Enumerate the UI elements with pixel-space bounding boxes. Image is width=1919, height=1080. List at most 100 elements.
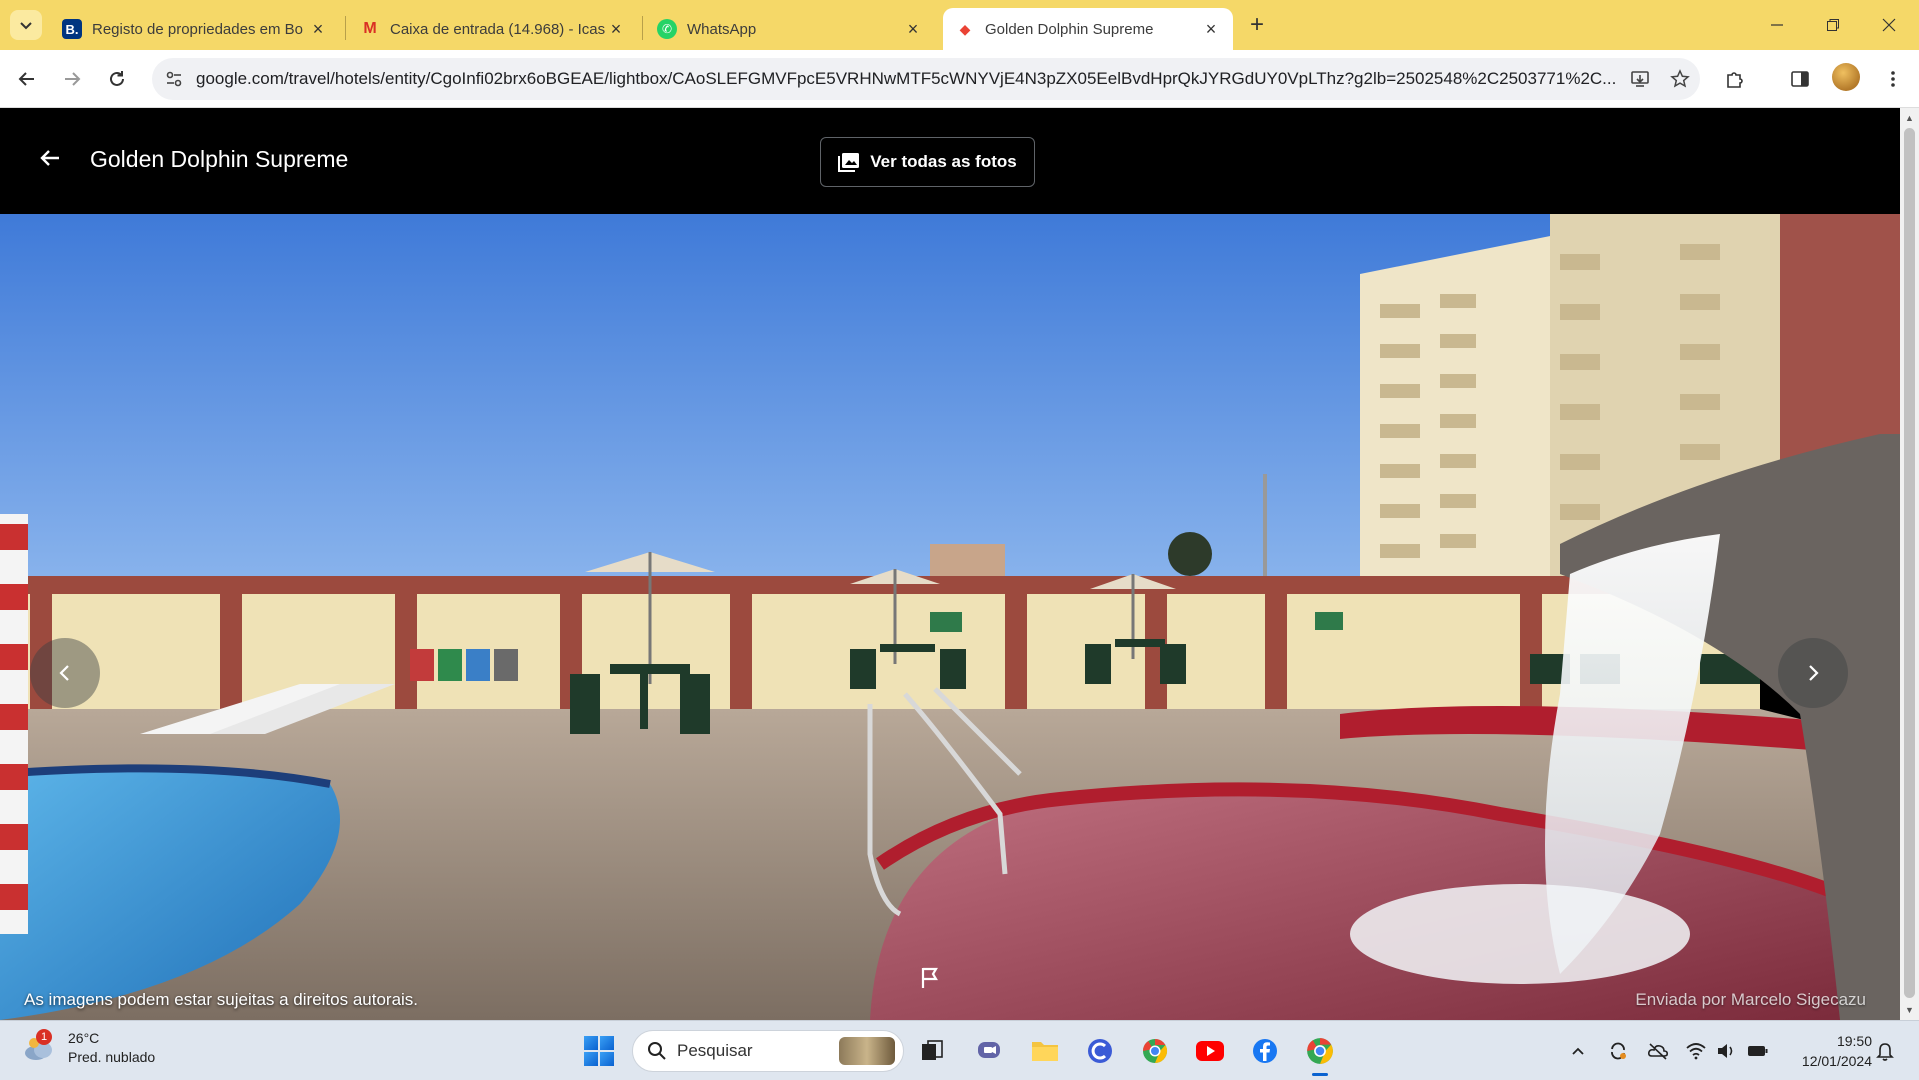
booking-icon: B. bbox=[62, 19, 82, 39]
chevron-down-icon bbox=[20, 22, 32, 30]
volume-icon[interactable] bbox=[1714, 1039, 1738, 1063]
chrome-button[interactable] bbox=[1137, 1033, 1173, 1069]
app-button-c[interactable] bbox=[1082, 1033, 1118, 1069]
install-icon bbox=[1631, 71, 1649, 87]
battery-icon[interactable] bbox=[1746, 1039, 1770, 1063]
copyright-notice: As imagens podem estar sujeitas a direit… bbox=[24, 990, 419, 1009]
youtube-button[interactable] bbox=[1192, 1033, 1228, 1069]
windows-logo-tile bbox=[584, 1052, 598, 1066]
taskbar-search[interactable]: Pesquisar bbox=[632, 1030, 904, 1072]
view-all-photos-label: Ver todas as fotos bbox=[870, 152, 1017, 171]
arrow-left-icon bbox=[18, 72, 34, 86]
photo-library-icon bbox=[838, 152, 860, 172]
chrome-icon bbox=[1142, 1039, 1168, 1063]
photo-lightbox: Golden Dolphin Supreme Ver todas as foto… bbox=[0, 108, 1900, 1020]
tab-title: Registo de propriedades em Bo bbox=[92, 20, 303, 38]
side-panel-button[interactable] bbox=[1783, 62, 1817, 96]
facebook-button[interactable] bbox=[1247, 1033, 1283, 1069]
url-text: google.com/travel/hotels/entity/CgoInfi0… bbox=[196, 69, 1617, 88]
onedrive-offline-icon[interactable] bbox=[1646, 1039, 1670, 1063]
task-view-icon bbox=[922, 1040, 943, 1060]
new-tab-button[interactable]: + bbox=[1242, 10, 1272, 40]
task-view-button[interactable] bbox=[914, 1033, 950, 1069]
chrome-icon bbox=[1307, 1038, 1333, 1064]
minimize-button[interactable] bbox=[1749, 0, 1805, 50]
tab-booking[interactable]: B. Registo de propriedades em Bo × bbox=[50, 8, 340, 50]
c-app-icon bbox=[1088, 1039, 1112, 1063]
tab-golden-dolphin[interactable]: ◆ Golden Dolphin Supreme × bbox=[943, 8, 1233, 50]
previous-photo-button[interactable] bbox=[30, 638, 100, 708]
profile-avatar[interactable] bbox=[1832, 63, 1860, 91]
start-button[interactable] bbox=[584, 1036, 614, 1066]
chevron-right-icon bbox=[1809, 665, 1819, 681]
windows-logo-tile bbox=[600, 1052, 614, 1066]
scroll-up-icon[interactable]: ▲ bbox=[1900, 110, 1919, 126]
bell-icon bbox=[1876, 1043, 1894, 1061]
close-icon[interactable]: × bbox=[1201, 19, 1221, 39]
close-icon bbox=[1882, 18, 1896, 32]
teams-chat-button[interactable] bbox=[971, 1033, 1007, 1069]
close-icon[interactable]: × bbox=[606, 19, 626, 39]
photo-uploader-credit: Enviada por Marcelo Sigecazu bbox=[1635, 990, 1866, 1009]
extensions-button[interactable] bbox=[1718, 62, 1752, 96]
weather-description: Pred. nublado bbox=[68, 1049, 156, 1065]
google-hotels-icon: ◆ bbox=[959, 20, 971, 37]
gmail-icon: M bbox=[363, 20, 377, 37]
chrome-active-button[interactable] bbox=[1302, 1033, 1338, 1076]
reload-button[interactable] bbox=[100, 62, 134, 96]
browser-toolbar: google.com/travel/hotels/entity/CgoInfi0… bbox=[0, 50, 1919, 108]
windows-logo-tile bbox=[600, 1036, 614, 1050]
weather-alert-badge: 1 bbox=[36, 1029, 52, 1045]
close-icon[interactable]: × bbox=[903, 19, 923, 39]
restore-button[interactable] bbox=[1805, 0, 1861, 50]
lightbox-back-button[interactable] bbox=[30, 138, 70, 178]
tab-title: WhatsApp bbox=[687, 20, 757, 38]
address-bar[interactable]: google.com/travel/hotels/entity/CgoInfi0… bbox=[152, 58, 1700, 100]
chevron-up-icon bbox=[1572, 1047, 1584, 1055]
tab-search-button[interactable] bbox=[10, 10, 42, 40]
sync-tray-icon[interactable] bbox=[1606, 1039, 1630, 1063]
back-button[interactable] bbox=[10, 62, 44, 96]
youtube-icon bbox=[1196, 1041, 1224, 1061]
site-info-button[interactable] bbox=[152, 58, 196, 100]
next-photo-button[interactable] bbox=[1778, 638, 1848, 708]
forward-button[interactable] bbox=[55, 62, 89, 96]
side-panel-icon bbox=[1791, 71, 1809, 87]
hotel-title: Golden Dolphin Supreme bbox=[90, 146, 349, 172]
report-photo-button[interactable] bbox=[910, 958, 950, 998]
tab-separator bbox=[642, 16, 643, 40]
install-app-button[interactable] bbox=[1620, 58, 1660, 100]
flag-icon bbox=[921, 967, 938, 988]
file-explorer-button[interactable] bbox=[1027, 1033, 1063, 1069]
show-hidden-icons-button[interactable] bbox=[1566, 1039, 1590, 1063]
search-icon bbox=[648, 1042, 666, 1060]
tab-title: Caixa de entrada (14.968) - Icas bbox=[390, 20, 606, 38]
weather-widget[interactable]: 1 26°C Pred. nublado bbox=[22, 1029, 155, 1067]
cloud-icon: 1 bbox=[22, 1029, 56, 1065]
menu-button[interactable] bbox=[1876, 62, 1910, 96]
puzzle-icon bbox=[1727, 72, 1743, 88]
search-placeholder: Pesquisar bbox=[677, 1041, 753, 1060]
page-scrollbar[interactable]: ▲ ▼ bbox=[1900, 108, 1919, 1020]
close-icon[interactable]: × bbox=[308, 19, 328, 39]
chevron-left-icon bbox=[59, 665, 69, 681]
close-window-button[interactable] bbox=[1861, 0, 1917, 50]
system-clock[interactable]: 19:50 12/01/2024 bbox=[1786, 1031, 1872, 1071]
tab-whatsapp[interactable]: ✆ WhatsApp × bbox=[645, 8, 935, 50]
clock-time: 19:50 bbox=[1836, 1033, 1872, 1049]
more-vert-icon bbox=[1891, 71, 1895, 87]
windows-logo-tile bbox=[584, 1036, 598, 1050]
hotel-photo: As imagens podem estar sujeitas a direit… bbox=[0, 214, 1900, 1020]
scrollbar-thumb[interactable] bbox=[1904, 128, 1915, 998]
facebook-icon bbox=[1253, 1039, 1277, 1063]
tab-gmail[interactable]: M Caixa de entrada (14.968) - Icas × bbox=[348, 8, 638, 50]
arrow-right-icon bbox=[65, 72, 81, 86]
notification-center-button[interactable] bbox=[1872, 1039, 1898, 1065]
tune-icon bbox=[166, 71, 182, 87]
scroll-down-icon[interactable]: ▼ bbox=[1900, 1002, 1919, 1018]
wifi-icon[interactable] bbox=[1684, 1039, 1708, 1063]
bookmark-button[interactable] bbox=[1660, 58, 1700, 100]
view-all-photos-button[interactable]: Ver todas as fotos bbox=[820, 137, 1035, 187]
chat-icon bbox=[978, 1042, 1000, 1058]
tab-separator bbox=[345, 16, 346, 40]
